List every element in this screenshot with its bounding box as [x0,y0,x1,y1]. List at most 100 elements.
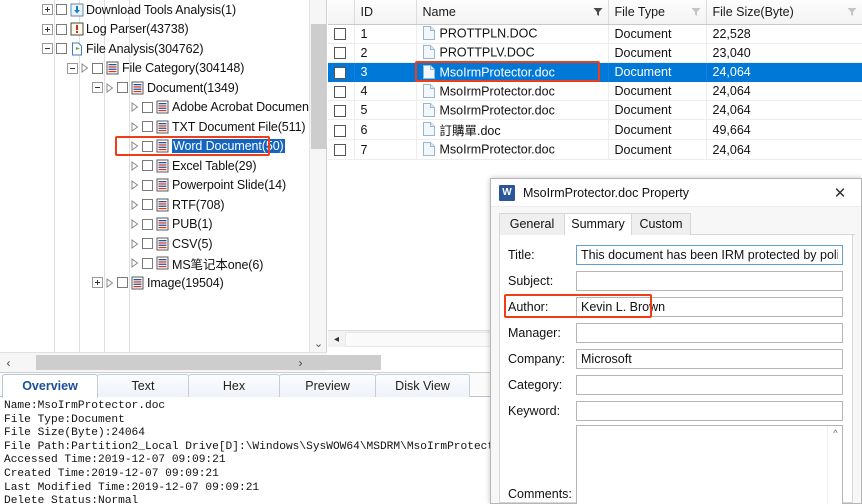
collapse-icon[interactable] [92,82,103,94]
tree-item-checkbox[interactable] [142,199,153,211]
row-checkbox-cell[interactable] [328,81,355,102]
scroll-right-icon[interactable]: › [292,353,309,373]
tree-item-txt-document-file-511[interactable]: TXT Document File(511) [0,117,310,137]
field-input-manager[interactable] [576,322,843,343]
row-checkbox[interactable] [334,28,346,41]
tree-item-image-19504[interactable]: Image(19504) [0,273,310,293]
tree-item-checkbox[interactable] [92,62,103,74]
field-input-author[interactable] [576,296,843,317]
tree-item-adobe-acrobat-document-25[interactable]: Adobe Acrobat Document(25 [0,98,310,118]
node-arrow-icon[interactable] [131,219,140,230]
tree-item-checkbox[interactable] [142,160,153,172]
tree-item-checkbox[interactable] [142,140,153,152]
close-icon[interactable]: ✕ [819,179,861,207]
collapse-icon[interactable] [42,43,53,55]
file-tree[interactable]: Download Tools Analysis(1) Log Parser(437… [0,0,310,352]
dialog-tab-custom[interactable]: Custom [631,213,691,235]
tree-item-checkbox[interactable] [142,238,153,250]
tree-item-checkbox[interactable] [56,43,67,55]
tab-text[interactable]: Text [97,374,189,397]
tree-item-powerpoint-slide-14[interactable]: Powerpoint Slide(14) [0,176,310,196]
collapse-icon[interactable] [67,62,78,74]
property-dialog[interactable]: W MsoIrmProtector.doc Property ✕ General… [490,178,862,504]
tree-item-checkbox[interactable] [117,277,128,289]
row-checkbox-cell[interactable] [328,139,355,160]
tree-horizontal-scroll-thumb[interactable] [36,355,381,370]
scroll-up-icon[interactable]: ^ [828,428,843,438]
row-checkbox-cell[interactable] [328,62,355,83]
scroll-left-icon[interactable]: ◂ [328,331,345,348]
column-header-check[interactable] [328,0,355,25]
tree-item-csv-5[interactable]: CSV(5) [0,234,310,254]
tab-disk-view[interactable]: Disk View [375,374,470,397]
comments-textarea[interactable]: ^ [576,425,843,504]
column-header-type[interactable]: File Type [608,0,707,25]
dialog-tab-general[interactable]: General [499,213,565,235]
scroll-left-icon[interactable]: ‹ [0,353,17,373]
tree-item-checkbox[interactable] [142,121,153,133]
table-row[interactable]: 7 MsoIrmProtector.doc Document 24,064 [328,139,862,160]
row-checkbox[interactable] [334,144,346,157]
table-body[interactable]: 1 PROTTPLN.DOC Document 22,528 2 PROTTPLV.DOC… [328,24,862,160]
row-checkbox[interactable] [334,105,346,118]
field-input-title[interactable] [576,244,843,265]
field-input-keyword[interactable] [576,400,843,421]
field-input-company[interactable] [576,348,843,369]
node-arrow-icon[interactable] [81,63,90,74]
row-checkbox[interactable] [334,47,346,60]
table-row[interactable]: 4 MsoIrmProtector.doc Document 24,064 [328,81,862,102]
node-arrow-icon[interactable] [131,160,140,171]
node-arrow-icon[interactable] [131,102,140,113]
tree-item-pub-1[interactable]: PUB(1) [0,215,310,235]
tree-item-ms-on-6[interactable]: MS笔记本onе(6) [0,254,310,274]
row-checkbox[interactable] [334,85,346,98]
field-input-subject[interactable] [576,270,843,291]
tree-item-word-document-50[interactable]: Word Document(50) [0,137,310,157]
node-arrow-icon[interactable] [106,277,115,288]
column-header-name[interactable]: Name [416,0,609,25]
node-arrow-icon[interactable] [131,238,140,249]
tree-item-checkbox[interactable] [56,4,67,16]
tree-item-rtf-708[interactable]: RTF(708) [0,195,310,215]
expand-icon[interactable] [42,4,53,16]
node-arrow-icon[interactable] [131,180,140,191]
tab-preview[interactable]: Preview [279,374,376,397]
tree-item-checkbox[interactable] [56,23,67,35]
tree-vertical-scroll-thumb[interactable] [311,24,326,149]
node-arrow-icon[interactable] [131,141,140,152]
column-header-size[interactable]: File Size(Byte) [706,0,862,25]
tree-item-checkbox[interactable] [142,218,153,230]
tree-item-document-1349[interactable]: Document(1349) [0,78,310,98]
column-header-id[interactable]: ID [354,0,417,25]
dialog-tab-summary[interactable]: Summary [564,213,632,236]
expand-icon[interactable] [92,277,103,289]
node-arrow-icon[interactable] [131,258,140,269]
row-checkbox[interactable] [334,66,346,79]
row-checkbox-cell[interactable] [328,100,355,121]
tree-item-log-parser-43738[interactable]: Log Parser(43738) [0,20,310,40]
expand-icon[interactable] [42,23,53,35]
table-row[interactable]: 2 PROTTPLV.DOC Document 23,040 [328,43,862,63]
tree-item-checkbox[interactable] [142,101,153,113]
row-checkbox-cell[interactable] [328,43,355,63]
tree-vertical-scrollbar[interactable]: ⌄ [309,0,326,352]
node-arrow-icon[interactable] [131,121,140,132]
tab-hex[interactable]: Hex [188,374,280,397]
file-list-table[interactable]: ID Name File Type File Size(Byte) 1 PROTTPLN… [328,0,862,160]
node-arrow-icon[interactable] [131,199,140,210]
tree-item-excel-table-29[interactable]: Excel Table(29) [0,156,310,176]
tab-overview[interactable]: Overview [2,374,98,398]
tree-item-download-tools-analysis-1[interactable]: Download Tools Analysis(1) [0,0,310,20]
comments-scrollbar[interactable]: ^ [827,426,842,504]
tree-item-checkbox[interactable] [142,257,153,269]
scroll-down-icon[interactable]: ⌄ [310,335,326,352]
row-checkbox-cell[interactable] [328,24,355,44]
tree-item-file-category-304148[interactable]: File Category(304148) [0,59,310,79]
table-row[interactable]: 6 訂購單.doc Document 49,664 [328,119,862,141]
node-arrow-icon[interactable] [106,82,115,93]
row-checkbox[interactable] [334,124,346,137]
tree-item-file-analysis-304762[interactable]: File Analysis(304762) [0,39,310,59]
tree-item-checkbox[interactable] [142,179,153,191]
tree-item-checkbox[interactable] [117,82,128,94]
table-row[interactable]: 5 MsoIrmProtector.doc Document 24,064 [328,100,862,121]
